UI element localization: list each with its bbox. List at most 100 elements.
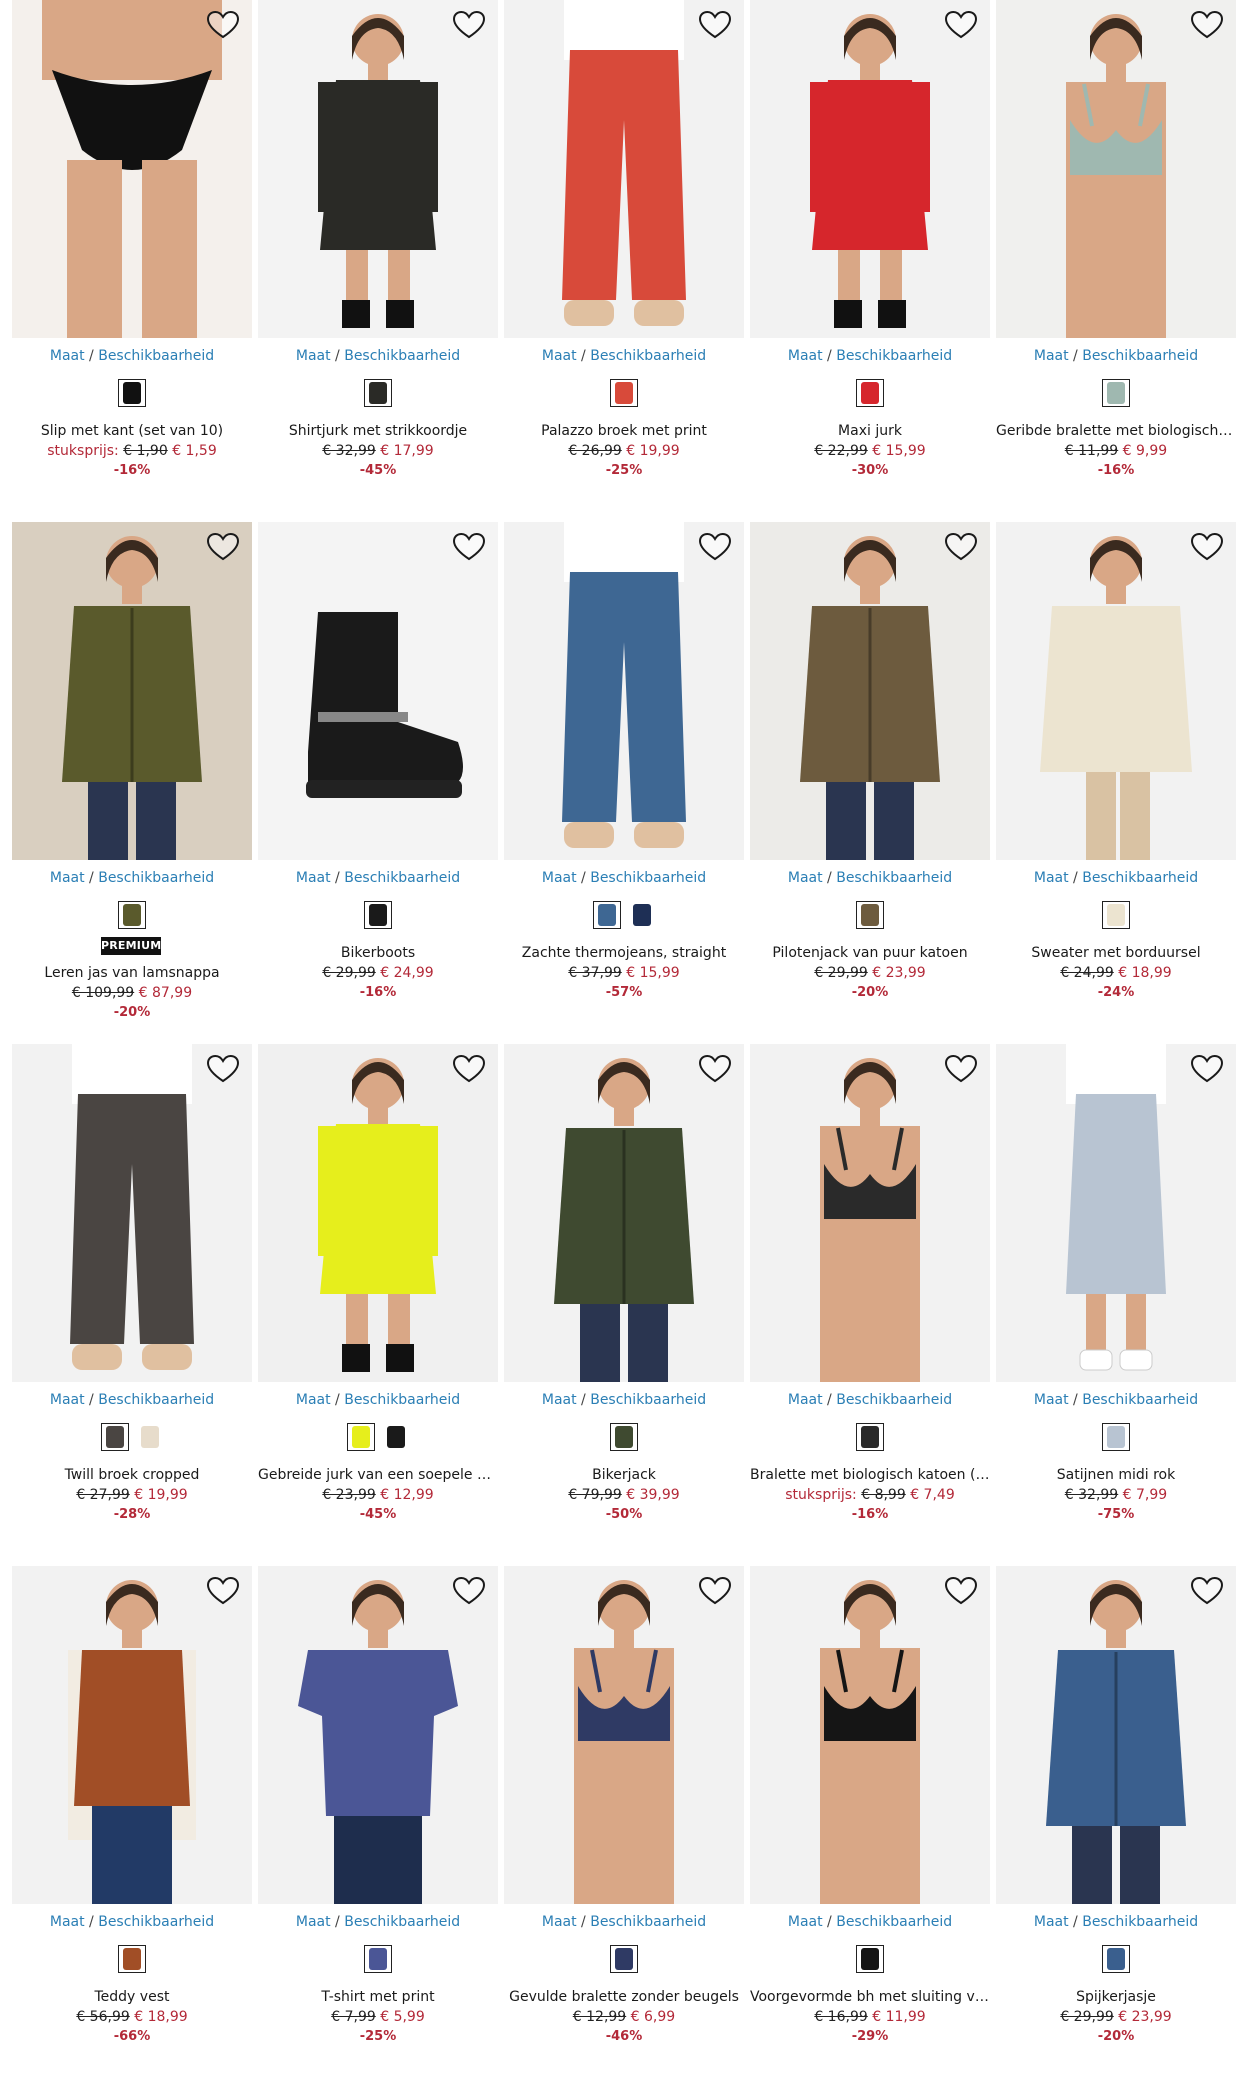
product-name[interactable]: Shirtjurk met strikkoordje xyxy=(258,423,498,439)
size-link[interactable]: Maat xyxy=(1034,348,1069,364)
color-swatch[interactable] xyxy=(610,379,638,407)
color-swatch[interactable] xyxy=(1102,379,1130,407)
product-card[interactable]: Maat / Beschikbaarheid Sweater met bordu… xyxy=(996,522,1236,1022)
color-swatch[interactable] xyxy=(364,1945,392,1973)
product-image[interactable] xyxy=(750,1044,990,1382)
product-name[interactable]: Twill broek cropped xyxy=(12,1467,252,1483)
size-availability-link[interactable]: Maat / Beschikbaarheid xyxy=(750,1392,990,1408)
product-image[interactable] xyxy=(258,1044,498,1382)
availability-link[interactable]: Beschikbaarheid xyxy=(836,1914,952,1930)
wishlist-heart-icon[interactable] xyxy=(944,1576,978,1606)
product-card[interactable]: Maat / Beschikbaarheid Slip met kant (se… xyxy=(12,0,252,500)
color-swatch[interactable] xyxy=(856,1945,884,1973)
wishlist-heart-icon[interactable] xyxy=(1190,1576,1224,1606)
product-image[interactable] xyxy=(996,1044,1236,1382)
product-card[interactable]: Maat / Beschikbaarheid T-shirt met print… xyxy=(258,1566,498,2066)
size-link[interactable]: Maat xyxy=(788,348,823,364)
availability-link[interactable]: Beschikbaarheid xyxy=(1082,870,1198,886)
product-name[interactable]: Leren jas van lamsnappa xyxy=(12,965,252,981)
wishlist-heart-icon[interactable] xyxy=(944,1054,978,1084)
color-swatch[interactable] xyxy=(381,1423,410,1451)
availability-link[interactable]: Beschikbaarheid xyxy=(98,1392,214,1408)
product-image[interactable] xyxy=(504,1044,744,1382)
size-link[interactable]: Maat xyxy=(296,870,331,886)
wishlist-heart-icon[interactable] xyxy=(206,1576,240,1606)
wishlist-heart-icon[interactable] xyxy=(944,10,978,40)
color-swatch[interactable] xyxy=(610,1945,638,1973)
size-link[interactable]: Maat xyxy=(1034,870,1069,886)
size-availability-link[interactable]: Maat / Beschikbaarheid xyxy=(996,348,1236,364)
color-swatch[interactable] xyxy=(135,1423,164,1451)
size-link[interactable]: Maat xyxy=(1034,1914,1069,1930)
size-availability-link[interactable]: Maat / Beschikbaarheid xyxy=(504,348,744,364)
product-image[interactable] xyxy=(504,0,744,338)
product-card[interactable]: Maat / Beschikbaarheid Geribde bralette … xyxy=(996,0,1236,500)
size-availability-link[interactable]: Maat / Beschikbaarheid xyxy=(996,1392,1236,1408)
size-availability-link[interactable]: Maat / Beschikbaarheid xyxy=(750,1914,990,1930)
product-card[interactable]: Maat / Beschikbaarheid Palazzo broek met… xyxy=(504,0,744,500)
product-name[interactable]: Spijkerjasje xyxy=(996,1989,1236,2005)
product-image[interactable] xyxy=(996,0,1236,338)
size-link[interactable]: Maat xyxy=(1034,1392,1069,1408)
availability-link[interactable]: Beschikbaarheid xyxy=(98,870,214,886)
size-availability-link[interactable]: Maat / Beschikbaarheid xyxy=(258,870,498,886)
product-image[interactable] xyxy=(750,522,990,860)
size-availability-link[interactable]: Maat / Beschikbaarheid xyxy=(504,870,744,886)
availability-link[interactable]: Beschikbaarheid xyxy=(590,870,706,886)
size-link[interactable]: Maat xyxy=(542,1392,577,1408)
product-name[interactable]: Pilotenjack van puur katoen xyxy=(750,945,990,961)
wishlist-heart-icon[interactable] xyxy=(698,10,732,40)
product-card[interactable]: Maat / Beschikbaarheid Twill broek cropp… xyxy=(12,1044,252,1544)
product-image[interactable] xyxy=(996,1566,1236,1904)
color-swatch[interactable] xyxy=(856,1423,884,1451)
product-card[interactable]: Maat / Beschikbaarheid Voorgevormde bh m… xyxy=(750,1566,990,2066)
size-link[interactable]: Maat xyxy=(296,1914,331,1930)
product-image[interactable] xyxy=(258,522,498,860)
color-swatch[interactable] xyxy=(610,1423,638,1451)
wishlist-heart-icon[interactable] xyxy=(698,1054,732,1084)
product-image[interactable] xyxy=(12,1044,252,1382)
size-link[interactable]: Maat xyxy=(50,348,85,364)
product-name[interactable]: Slip met kant (set van 10) xyxy=(12,423,252,439)
product-name[interactable]: Satijnen midi rok xyxy=(996,1467,1236,1483)
wishlist-heart-icon[interactable] xyxy=(944,532,978,562)
color-swatch[interactable] xyxy=(346,1423,375,1451)
color-swatch[interactable] xyxy=(118,379,146,407)
product-card[interactable]: Maat / Beschikbaarheid Shirtjurk met str… xyxy=(258,0,498,500)
product-name[interactable]: Gevulde bralette zonder beugels xyxy=(504,1989,744,2005)
product-name[interactable]: T-shirt met print xyxy=(258,1989,498,2005)
availability-link[interactable]: Beschikbaarheid xyxy=(1082,1392,1198,1408)
color-swatch[interactable] xyxy=(627,901,656,929)
product-card[interactable]: Maat / Beschikbaarheid Satijnen midi rok… xyxy=(996,1044,1236,1544)
wishlist-heart-icon[interactable] xyxy=(206,532,240,562)
size-availability-link[interactable]: Maat / Beschikbaarheid xyxy=(750,348,990,364)
size-link[interactable]: Maat xyxy=(788,1914,823,1930)
product-image[interactable] xyxy=(750,1566,990,1904)
size-link[interactable]: Maat xyxy=(542,870,577,886)
product-image[interactable] xyxy=(504,522,744,860)
product-name[interactable]: Zachte thermojeans, straight xyxy=(504,945,744,961)
product-image[interactable] xyxy=(258,0,498,338)
color-swatch[interactable] xyxy=(856,901,884,929)
size-link[interactable]: Maat xyxy=(296,348,331,364)
color-swatch[interactable] xyxy=(100,1423,129,1451)
size-link[interactable]: Maat xyxy=(50,1914,85,1930)
wishlist-heart-icon[interactable] xyxy=(1190,532,1224,562)
availability-link[interactable]: Beschikbaarheid xyxy=(1082,348,1198,364)
size-link[interactable]: Maat xyxy=(50,870,85,886)
product-image[interactable] xyxy=(750,0,990,338)
size-availability-link[interactable]: Maat / Beschikbaarheid xyxy=(12,1914,252,1930)
product-image[interactable] xyxy=(996,522,1236,860)
wishlist-heart-icon[interactable] xyxy=(452,1576,486,1606)
color-swatch[interactable] xyxy=(118,901,146,929)
product-image[interactable] xyxy=(504,1566,744,1904)
size-availability-link[interactable]: Maat / Beschikbaarheid xyxy=(12,870,252,886)
product-card[interactable]: Maat / Beschikbaarheid Zachte thermojean… xyxy=(504,522,744,1022)
product-card[interactable]: Maat / Beschikbaarheid Pilotenjack van p… xyxy=(750,522,990,1022)
product-name[interactable]: Gebreide jurk van een soepele visc... xyxy=(258,1467,498,1483)
color-swatch[interactable] xyxy=(364,379,392,407)
product-name[interactable]: Geribde bralette met biologisch ka... xyxy=(996,423,1236,439)
size-availability-link[interactable]: Maat / Beschikbaarheid xyxy=(12,1392,252,1408)
availability-link[interactable]: Beschikbaarheid xyxy=(836,348,952,364)
product-card[interactable]: Maat / Beschikbaarheid Maxi jurk € 22,99 … xyxy=(750,0,990,500)
